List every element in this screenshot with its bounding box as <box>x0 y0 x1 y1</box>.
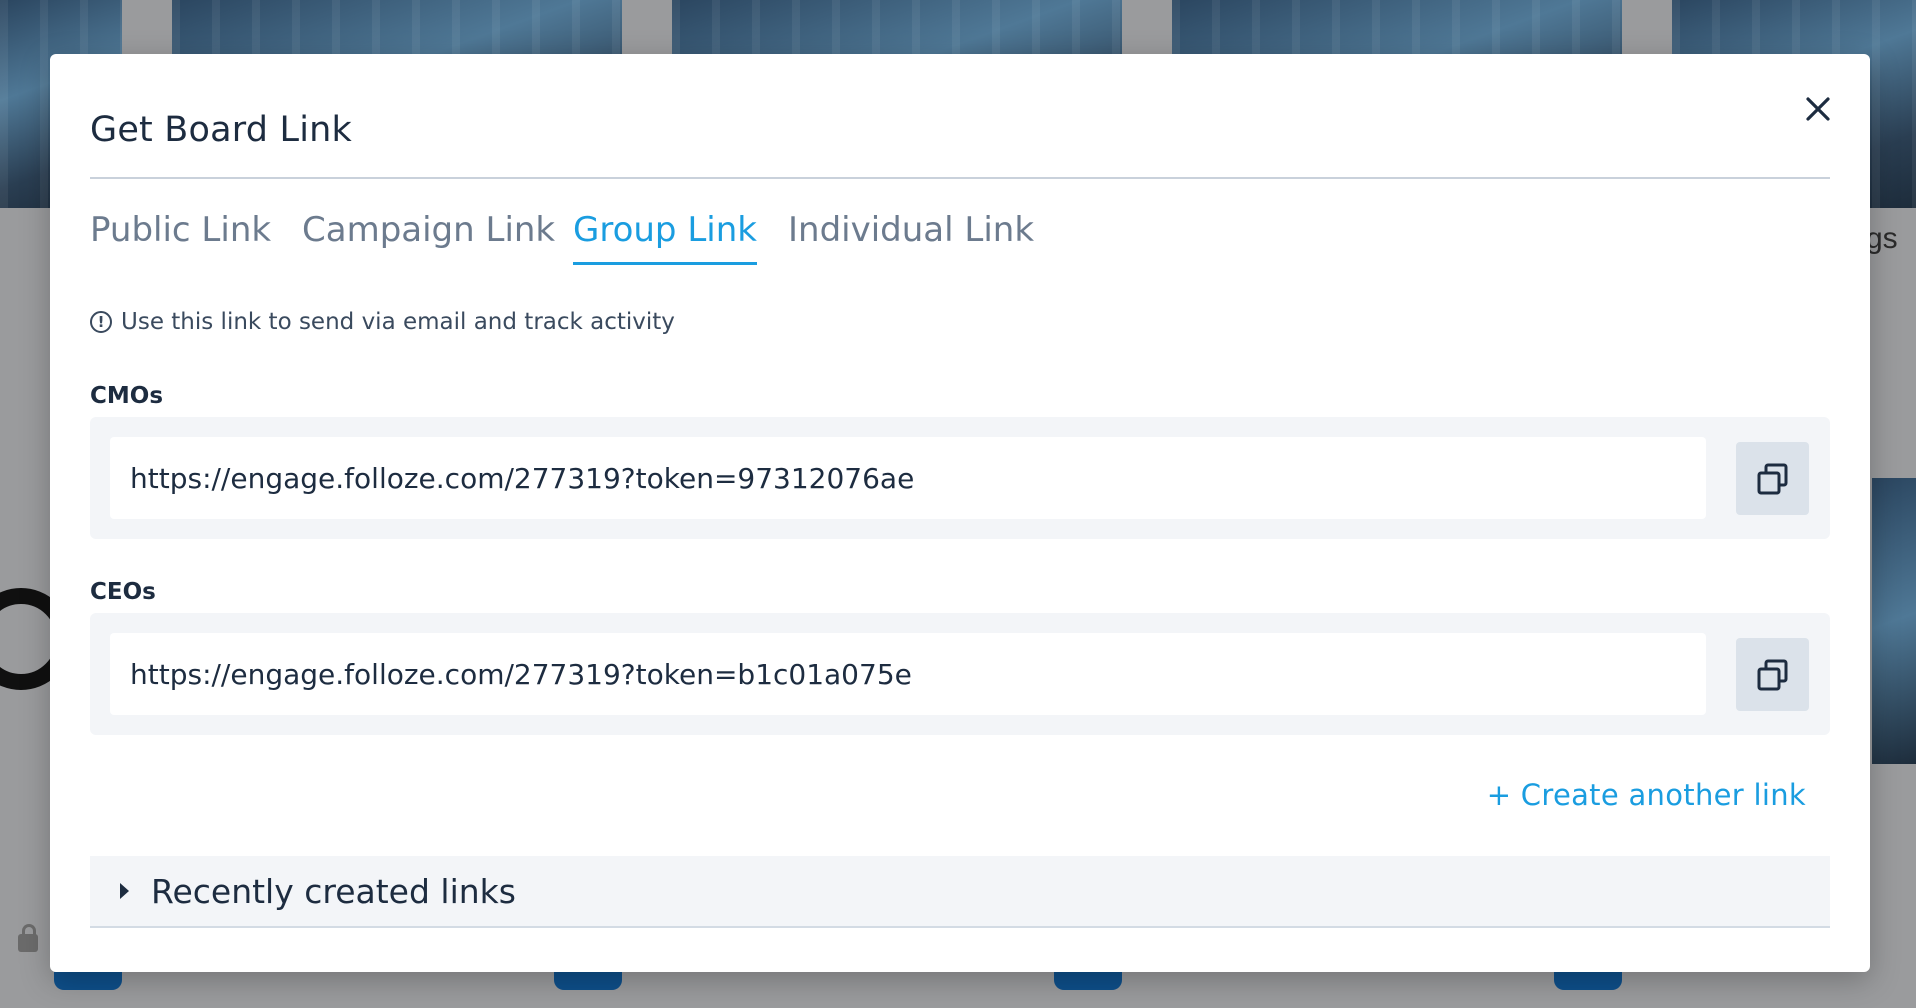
copy-link-button[interactable] <box>1736 442 1809 515</box>
info-icon: ! <box>90 311 112 333</box>
group-label: CEOs <box>90 579 156 605</box>
background-card-image <box>1872 478 1916 764</box>
group-link-field[interactable] <box>110 437 1706 519</box>
background-card-title: gs <box>1866 222 1898 255</box>
modal-title: Get Board Link <box>90 110 352 150</box>
group-label: CMOs <box>90 383 164 409</box>
caret-right-icon <box>120 883 129 899</box>
create-another-link-button[interactable]: + Create another link <box>1487 778 1806 812</box>
copy-icon <box>1757 659 1787 690</box>
info-text: Use this link to send via email and trac… <box>121 309 675 335</box>
lock-icon <box>18 924 38 952</box>
background-badge <box>54 972 122 990</box>
tab-public-link[interactable]: Public Link <box>90 210 271 262</box>
group-link-field[interactable] <box>110 633 1706 715</box>
tab-campaign-link[interactable]: Campaign Link <box>302 210 555 262</box>
copy-icon <box>1757 463 1787 494</box>
tab-individual-link[interactable]: Individual Link <box>788 210 1034 262</box>
title-divider <box>90 177 1830 179</box>
recently-created-links-toggle[interactable]: Recently created links <box>90 856 1830 928</box>
background-badge <box>1054 972 1122 990</box>
tab-group-link[interactable]: Group Link <box>573 210 757 265</box>
info-message: ! Use this link to send via email and tr… <box>90 309 675 335</box>
copy-link-button[interactable] <box>1736 638 1809 711</box>
group-link-panel <box>90 417 1830 539</box>
background-badge <box>1554 972 1622 990</box>
group-link-panel <box>90 613 1830 735</box>
recently-created-links-label: Recently created links <box>151 871 516 911</box>
close-button[interactable] <box>1800 91 1836 127</box>
background-badge <box>554 972 622 990</box>
close-icon <box>1806 97 1830 121</box>
